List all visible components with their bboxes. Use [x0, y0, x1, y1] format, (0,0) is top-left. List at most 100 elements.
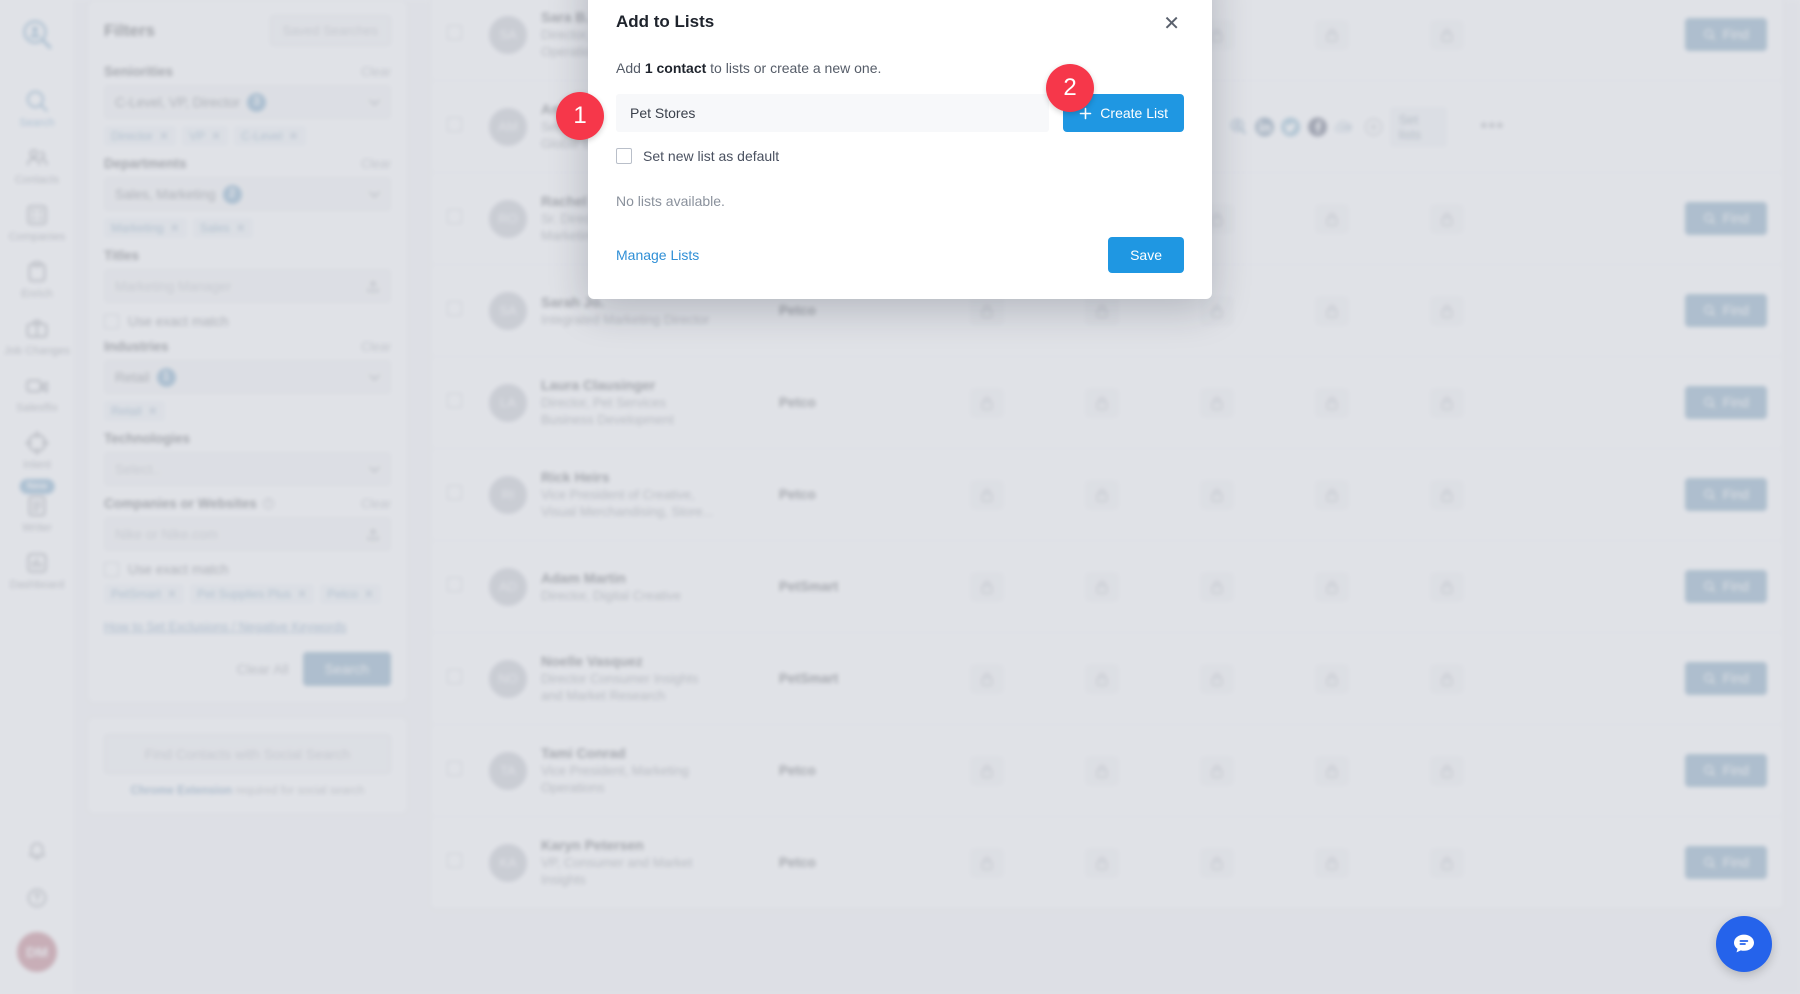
locked-email-cell[interactable] — [929, 479, 1044, 510]
titles-input-wrap[interactable] — [104, 269, 391, 303]
avatar[interactable]: DM — [17, 932, 57, 972]
locked-extra-cell[interactable] — [1389, 203, 1504, 234]
locked-extra-cell[interactable] — [1389, 755, 1504, 786]
locked-social-cell[interactable] — [1274, 755, 1389, 786]
locked-phone-cell[interactable] — [1044, 755, 1159, 786]
exclusions-help-link[interactable]: How to Set Exclusions / Negative Keyword… — [104, 620, 391, 634]
chrome-extension-link[interactable]: Chrome Extension — [131, 785, 233, 797]
contact-name[interactable]: Laura Clausinger — [541, 377, 674, 394]
sidebar-item-salesflix[interactable]: Salesflix — [0, 364, 75, 421]
locked-location-cell[interactable] — [1159, 387, 1274, 418]
row-checkbox[interactable] — [447, 24, 462, 40]
manage-lists-link[interactable]: Manage Lists — [616, 247, 699, 263]
locked-phone-cell[interactable] — [1044, 295, 1159, 326]
companies-input[interactable] — [115, 526, 366, 542]
chip[interactable]: Sales ✕ — [192, 218, 253, 238]
locked-email-cell[interactable] — [929, 847, 1044, 878]
locked-extra-cell[interactable] — [1389, 847, 1504, 878]
table-row[interactable]: AD Adam Martin Director, Digital Creativ… — [431, 541, 1783, 633]
clear-industries-button[interactable]: Clear — [361, 340, 391, 354]
locked-location-cell[interactable] — [1159, 295, 1274, 326]
row-checkbox[interactable] — [447, 576, 462, 592]
row-checkbox-cell[interactable] — [447, 484, 489, 505]
locked-email-cell[interactable] — [929, 387, 1044, 418]
set-lists-button[interactable]: Set lists — [1389, 106, 1448, 147]
saved-searches-button[interactable]: Saved Searches — [269, 15, 391, 46]
sidebar-item-contacts[interactable]: Contacts — [0, 136, 75, 193]
chip[interactable]: Pet Supplies Plus ✕ — [190, 584, 315, 604]
locked-social-cell[interactable] — [1274, 203, 1389, 234]
sidebar-item-job-changes[interactable]: Job Changes — [0, 307, 75, 364]
companies-input-wrap[interactable] — [104, 517, 391, 551]
locked-social-cell[interactable] — [1274, 663, 1389, 694]
crm-icon[interactable]: CRM — [1334, 116, 1357, 138]
twitter-icon[interactable] — [1281, 116, 1301, 138]
set-default-row[interactable]: Set new list as default — [616, 148, 1184, 164]
table-row[interactable]: LA Laura Clausinger Director, Pet Servic… — [431, 357, 1783, 449]
find-button[interactable]: Find — [1684, 662, 1767, 695]
app-logo[interactable] — [20, 18, 54, 57]
row-checkbox[interactable] — [447, 116, 462, 132]
search-button[interactable]: Search — [302, 652, 391, 686]
close-icon[interactable]: ✕ — [167, 587, 177, 601]
clear-companies-button[interactable]: Clear — [361, 497, 391, 511]
locked-email-cell[interactable] — [929, 295, 1044, 326]
chip[interactable]: VP ✕ — [182, 126, 229, 146]
add-circle-icon[interactable] — [1364, 116, 1383, 138]
set-default-checkbox[interactable] — [616, 148, 632, 164]
close-icon[interactable]: ✕ — [289, 129, 299, 143]
new-list-name-input[interactable] — [616, 94, 1050, 132]
row-checkbox[interactable] — [447, 392, 462, 408]
linkedin-icon[interactable] — [1255, 116, 1275, 138]
row-checkbox-cell[interactable] — [447, 760, 489, 781]
clear-seniorities-button[interactable]: Clear — [361, 65, 391, 79]
upload-icon[interactable] — [366, 527, 380, 542]
row-checkbox[interactable] — [447, 668, 462, 684]
locked-email-cell[interactable] — [929, 755, 1044, 786]
locked-social-cell[interactable] — [1274, 19, 1389, 50]
find-button[interactable]: Find — [1684, 386, 1767, 419]
people-search-icon[interactable] — [1229, 116, 1248, 138]
close-icon[interactable]: ✕ — [159, 129, 169, 143]
locked-location-cell[interactable] — [1159, 663, 1274, 694]
companies-exact-match-checkbox[interactable] — [104, 562, 119, 577]
industries-select[interactable]: Retail 1 — [104, 360, 391, 394]
sidebar-item-writer[interactable]: New Writer — [0, 478, 75, 541]
close-icon[interactable]: ✕ — [211, 129, 221, 143]
bell-icon[interactable] — [25, 840, 49, 864]
close-icon[interactable]: ✕ — [364, 587, 374, 601]
row-checkbox[interactable] — [447, 484, 462, 500]
companies-exact-match-row[interactable]: Use exact match — [104, 562, 391, 577]
chat-launcher-button[interactable] — [1716, 916, 1772, 972]
row-checkbox[interactable] — [447, 852, 462, 868]
row-checkbox[interactable] — [447, 208, 462, 224]
contact-name[interactable]: Rick Heirs — [541, 469, 713, 486]
clear-departments-button[interactable]: Clear — [361, 157, 391, 171]
titles-exact-match-checkbox[interactable] — [104, 314, 119, 329]
chip[interactable]: Director ✕ — [104, 126, 177, 146]
close-icon[interactable]: ✕ — [236, 221, 246, 235]
chip[interactable]: Marketing ✕ — [104, 218, 187, 238]
table-row[interactable]: NO Noelle Vasquez Director Consumer Insi… — [431, 633, 1783, 725]
row-checkbox-cell[interactable] — [447, 208, 489, 229]
row-checkbox[interactable] — [447, 760, 462, 776]
locked-location-cell[interactable] — [1159, 479, 1274, 510]
locked-location-cell[interactable] — [1159, 571, 1274, 602]
sidebar-item-intent[interactable]: Intent — [0, 421, 75, 478]
find-contacts-social-search-button[interactable]: Find Contacts with Social Search — [104, 734, 391, 774]
contact-name[interactable]: Karyn Petersen — [541, 837, 693, 854]
locked-extra-cell[interactable] — [1389, 663, 1504, 694]
chip[interactable]: C-Level ✕ — [234, 126, 306, 146]
table-row[interactable]: KA Karyn Petersen VP, Consumer and Marke… — [431, 817, 1783, 909]
close-icon[interactable]: ✕ — [297, 587, 307, 601]
locked-extra-cell[interactable] — [1389, 571, 1504, 602]
upload-icon[interactable] — [366, 279, 380, 294]
row-checkbox-cell[interactable] — [447, 116, 489, 137]
find-button[interactable]: Find — [1684, 202, 1767, 235]
row-checkbox-cell[interactable] — [447, 576, 489, 597]
departments-select[interactable]: Sales, Marketing 2 — [104, 177, 391, 211]
row-checkbox[interactable] — [447, 300, 462, 316]
locked-location-cell[interactable] — [1159, 847, 1274, 878]
locked-phone-cell[interactable] — [1044, 663, 1159, 694]
contact-name[interactable]: Tami Conrad — [541, 745, 689, 762]
